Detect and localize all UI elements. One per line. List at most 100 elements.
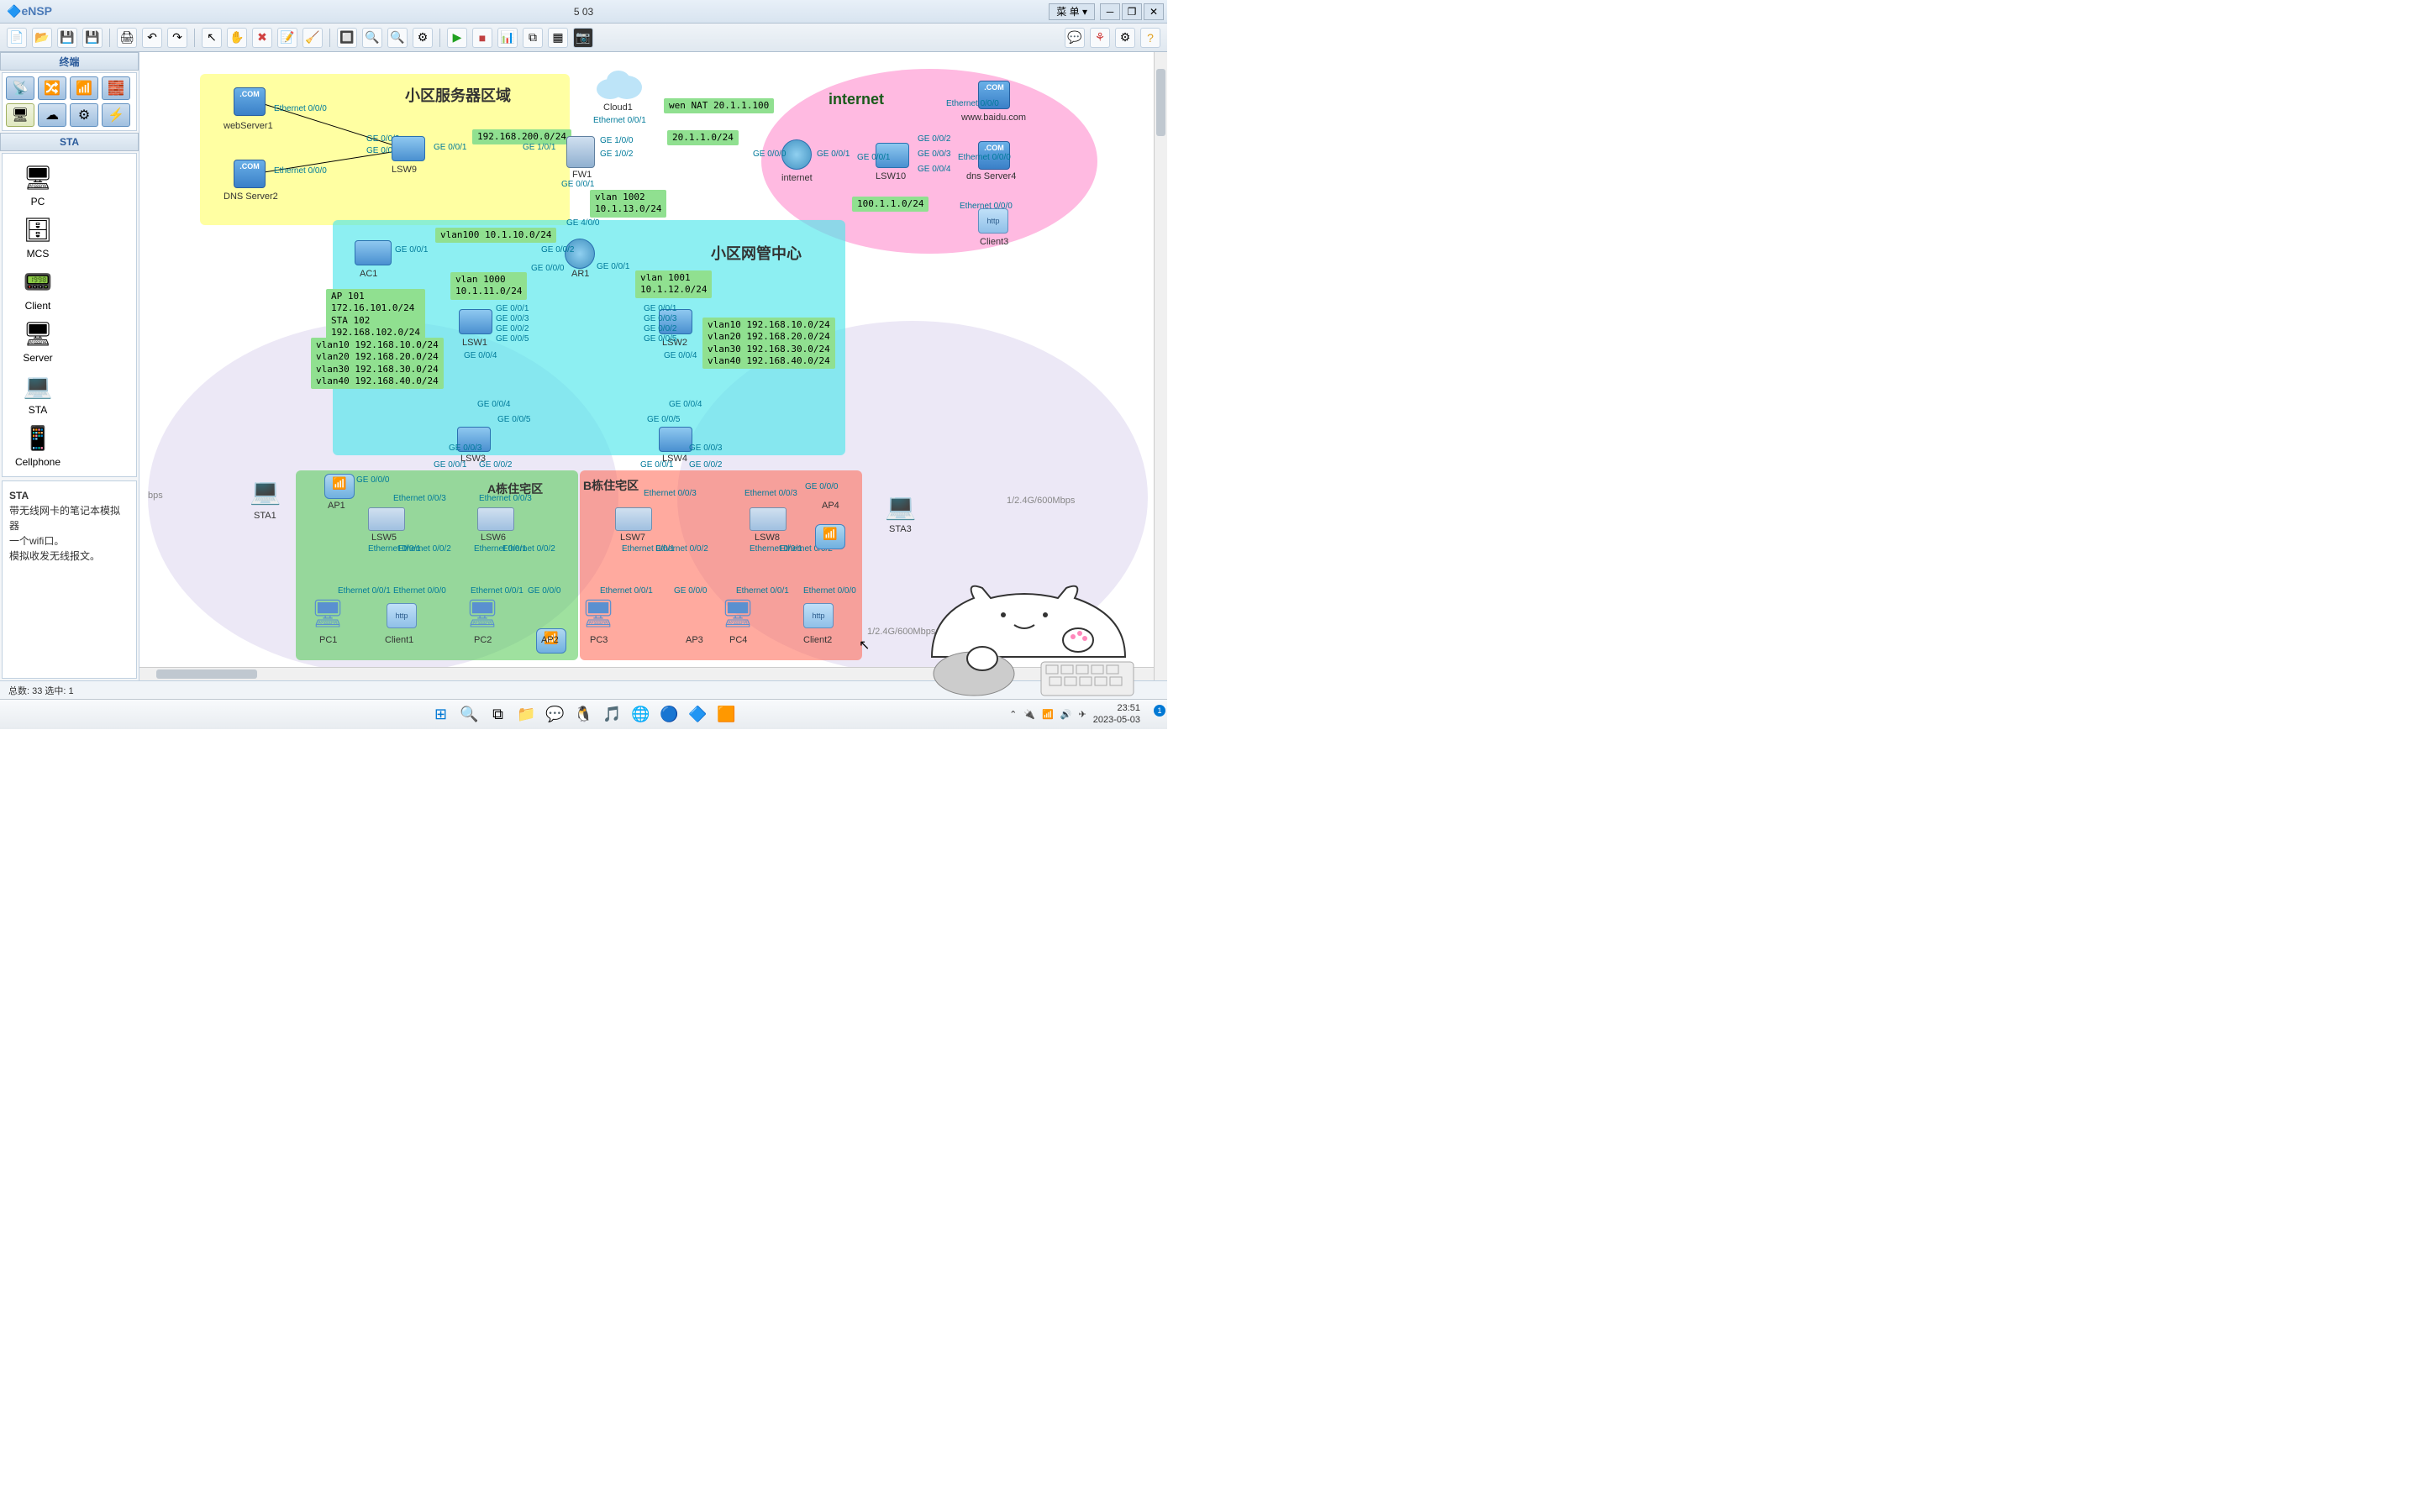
vertical-scrollbar[interactable]	[1154, 52, 1167, 680]
port-lsw7-eth2: Ethernet 0/0/2	[655, 544, 708, 554]
node-cloud1[interactable]	[593, 67, 644, 101]
wifi-label-left: bps	[148, 491, 163, 501]
start-button[interactable]: ▶	[447, 28, 467, 48]
taskbar-qq-icon[interactable]: 🐧	[572, 703, 596, 727]
taskbar-date[interactable]: 2023-05-03	[1093, 715, 1140, 726]
save-button[interactable]: 💾	[57, 28, 77, 48]
undo-button[interactable]: ↶	[142, 28, 162, 48]
taskbar-time[interactable]: 23:51	[1093, 703, 1140, 714]
cat-firewall-icon[interactable]: 🧱	[102, 76, 130, 100]
taskbar-app-icon[interactable]: 🟧	[715, 703, 739, 727]
capture-button[interactable]: 📊	[497, 28, 518, 48]
minimize-button[interactable]: ─	[1100, 3, 1120, 20]
palette-button[interactable]: ▦	[548, 28, 568, 48]
redo-button[interactable]: ↷	[167, 28, 187, 48]
taskbar-search-icon[interactable]: 🔍	[458, 703, 481, 727]
node-sta1[interactable]: 💻	[249, 479, 282, 504]
port-lsw10-ge4: GE 0/0/4	[918, 165, 950, 174]
broom-button[interactable]: 🧹	[302, 28, 323, 48]
node-fw1[interactable]	[566, 136, 595, 168]
port-lsw3-ge5: GE 0/0/5	[497, 415, 530, 424]
saveall-button[interactable]: 💾	[82, 28, 103, 48]
node-pc1[interactable]: 🖥	[313, 598, 343, 628]
config-button[interactable]: ⚙	[413, 28, 433, 48]
node-lsw8[interactable]	[750, 507, 786, 531]
new-button[interactable]: 📄	[7, 28, 27, 48]
cat-terminal-icon[interactable]: 🖥	[6, 103, 34, 127]
cat-switch-icon[interactable]: 🔀	[38, 76, 66, 100]
topo-button[interactable]: ⧉	[523, 28, 543, 48]
tray-wifi-icon[interactable]: 📶	[1042, 709, 1054, 720]
node-sta3[interactable]: 💻	[884, 494, 918, 519]
taskbar-music-icon[interactable]: 🎵	[601, 703, 624, 727]
port-cloud-eth: Ethernet 0/0/1	[593, 116, 646, 125]
taskbar-explorer-icon[interactable]: 📁	[515, 703, 539, 727]
node-lsw5[interactable]	[368, 507, 405, 531]
node-lsw6[interactable]	[477, 507, 514, 531]
close-button[interactable]: ✕	[1144, 3, 1164, 20]
node-lsw1[interactable]	[459, 309, 492, 334]
node-webserver[interactable]: .COM	[234, 87, 266, 116]
device-sta[interactable]: 💻STA	[8, 370, 68, 416]
device-pc[interactable]: 🖥PC	[8, 162, 68, 207]
canvas[interactable]: 小区服务器区域 internet 小区网管中心 A栋住宅区 B栋住宅区 192.…	[139, 52, 1167, 680]
delete-button[interactable]: ✖	[252, 28, 272, 48]
zoomin-button[interactable]: 🔍	[362, 28, 382, 48]
node-ac1[interactable]	[355, 240, 392, 265]
device-info: STA 带无线网卡的笔记本模拟器 一个wifi口。 模拟收发无线报文。	[2, 480, 137, 679]
node-client1[interactable]: http	[387, 603, 417, 628]
device-cellphone[interactable]: 📱Cellphone	[8, 423, 68, 468]
taskbar-start-icon[interactable]: ⊞	[429, 703, 453, 727]
node-pc2[interactable]: 🖥	[467, 598, 497, 628]
label-ap4: AP4	[822, 501, 839, 511]
cat-router-icon[interactable]: 📡	[6, 76, 34, 100]
edit-button[interactable]: 📝	[277, 28, 297, 48]
hand-button[interactable]: ✋	[227, 28, 247, 48]
node-pc4[interactable]: 🖥	[723, 598, 753, 628]
stop-button[interactable]: ■	[472, 28, 492, 48]
node-lsw4[interactable]	[659, 427, 692, 452]
tray-volume-icon[interactable]: 🔊	[1060, 709, 1072, 720]
cat-custom-icon[interactable]: ⚡	[102, 103, 130, 127]
screenshot-button[interactable]: 📷	[573, 28, 593, 48]
status-text: 总数: 33 选中: 1	[8, 684, 74, 697]
node-dnsserver2[interactable]: .COM	[234, 160, 266, 188]
tray-power-icon[interactable]: 🔌	[1023, 709, 1035, 720]
select-button[interactable]: ↖	[202, 28, 222, 48]
horizontal-scrollbar[interactable]	[139, 667, 1154, 680]
settings-button[interactable]: ⚙	[1115, 28, 1135, 48]
huawei-button[interactable]: ⚘	[1090, 28, 1110, 48]
node-pc3[interactable]: 🖥	[583, 598, 613, 628]
node-ap1[interactable]	[324, 474, 355, 499]
device-client[interactable]: 📟Client	[8, 266, 68, 312]
taskbar-notification-badge[interactable]	[1147, 708, 1160, 722]
taskbar-ensp-icon[interactable]: 🔷	[687, 703, 710, 727]
tray-plane-icon[interactable]: ✈	[1079, 709, 1086, 720]
taskbar-edge-icon[interactable]: 🔵	[658, 703, 681, 727]
node-lsw7[interactable]	[615, 507, 652, 531]
cat-wlan-icon[interactable]: 📶	[70, 76, 98, 100]
cat-cloud-icon[interactable]: ☁	[38, 103, 66, 127]
device-mcs[interactable]: 🗄MCS	[8, 214, 68, 260]
device-server[interactable]: 🖥Server	[8, 318, 68, 364]
chat-button[interactable]: 💬	[1065, 28, 1085, 48]
print-button[interactable]: 🖨	[117, 28, 137, 48]
zoomout-button[interactable]: 🔍	[387, 28, 408, 48]
tray-chevron-icon[interactable]: ⌃	[1009, 709, 1017, 720]
node-client2[interactable]: http	[803, 603, 834, 628]
open-button[interactable]: 📂	[32, 28, 52, 48]
zoomfit-button[interactable]: 🔲	[337, 28, 357, 48]
taskbar-browser-icon[interactable]: 🌐	[629, 703, 653, 727]
port-lsw9-ge1: GE 0/0/1	[434, 143, 466, 152]
node-client3[interactable]: http	[978, 208, 1008, 234]
taskbar-taskview-icon[interactable]: ⧉	[487, 703, 510, 727]
node-lsw9[interactable]	[392, 136, 425, 161]
taskbar-wechat-icon[interactable]: 💬	[544, 703, 567, 727]
help-button[interactable]: ?	[1140, 28, 1160, 48]
menu-button[interactable]: 菜 单 ▾	[1049, 3, 1095, 20]
client-icon: 📟	[23, 266, 53, 297]
cat-other-icon[interactable]: ⚙	[70, 103, 98, 127]
netlabel-100-1-1: 100.1.1.0/24	[852, 197, 929, 212]
node-ap4[interactable]	[815, 524, 845, 549]
maximize-button[interactable]: ❐	[1122, 3, 1142, 20]
